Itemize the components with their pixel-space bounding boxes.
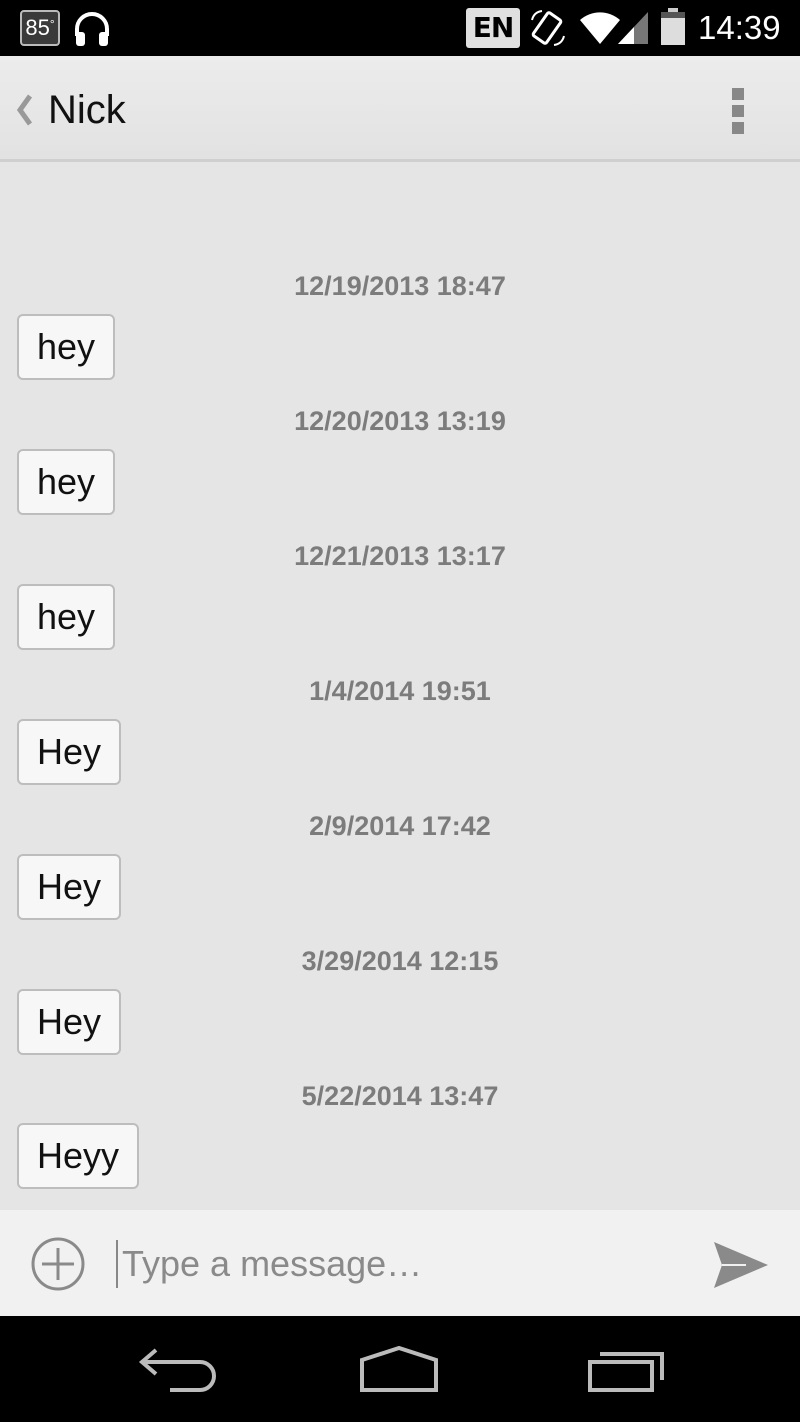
- message-timestamp: 3/29/2014 12:15: [301, 946, 499, 976]
- message-timestamp: 2/9/2014 17:42: [309, 811, 491, 841]
- temperature-value: 85: [25, 15, 50, 40]
- chevron-left-icon[interactable]: [14, 94, 36, 126]
- overflow-dot: [732, 105, 744, 117]
- home-icon[interactable]: [354, 1344, 444, 1396]
- message-bubble[interactable]: Hey: [17, 854, 122, 920]
- conversation-list[interactable]: 12/19/2013 18:47 hey 12/20/2013 13:19 he…: [0, 162, 800, 1210]
- message-bubble[interactable]: hey: [17, 449, 116, 515]
- status-bar: 85° EN 14:39: [0, 0, 800, 56]
- message-timestamp: 5/22/2014 13:47: [301, 1081, 499, 1111]
- message-bubble[interactable]: Heyy: [17, 1123, 140, 1189]
- message-input[interactable]: [116, 1240, 676, 1288]
- back-icon[interactable]: [134, 1344, 224, 1396]
- message-bubble[interactable]: hey: [17, 584, 116, 650]
- signal-icon: [618, 12, 648, 44]
- compose-bar: [0, 1210, 800, 1316]
- degree-symbol: °: [49, 17, 55, 31]
- action-bar: Nick: [0, 56, 800, 162]
- message-timestamp: 1/4/2014 19:51: [309, 676, 491, 706]
- language-badge: EN: [466, 8, 520, 48]
- overflow-dot: [732, 88, 744, 100]
- message-bubble[interactable]: hey: [17, 314, 116, 380]
- overflow-menu-icon[interactable]: [722, 86, 754, 136]
- message-timestamp: 12/20/2013 13:19: [294, 406, 506, 436]
- message-timestamp: 12/19/2013 18:47: [294, 271, 506, 301]
- battery-icon: [661, 8, 685, 45]
- send-icon[interactable]: [712, 1240, 770, 1290]
- navigation-bar: [0, 1316, 800, 1422]
- rotate-icon: [531, 10, 565, 46]
- message-timestamp: 12/21/2013 13:17: [294, 541, 506, 571]
- headphones-icon: [75, 12, 109, 46]
- message-bubble[interactable]: Hey: [17, 719, 122, 785]
- recents-icon[interactable]: [580, 1344, 670, 1396]
- contact-name[interactable]: Nick: [48, 84, 126, 136]
- screen: 85° EN 14:39 Nick 12/19/2013 18:47 hey 1…: [0, 0, 800, 1422]
- temperature-badge: 85°: [20, 10, 60, 46]
- overflow-dot: [732, 122, 744, 134]
- clock: 14:39: [698, 9, 781, 46]
- message-bubble[interactable]: Hey: [17, 989, 122, 1055]
- add-attachment-icon[interactable]: [30, 1236, 86, 1292]
